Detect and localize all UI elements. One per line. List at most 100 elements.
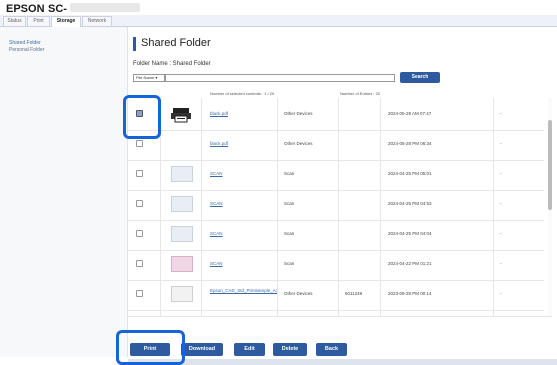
brand-logo: EPSON [6, 3, 45, 15]
file-thumbnail [171, 256, 193, 272]
thumbnail-cell [161, 158, 202, 190]
file-name-cell: SCAN [202, 218, 278, 250]
job-cell [340, 128, 381, 160]
source-cell: Scan [279, 308, 339, 316]
file-name-cell: SCAN [202, 158, 278, 190]
file-name-cell: SCAN [202, 308, 278, 316]
job-cell [340, 98, 381, 130]
source-cell: Other Devices [279, 278, 339, 310]
table-row[interactable]: black.pdf Other Devices 2024-05-28 PM 06:3… [128, 128, 544, 161]
date-cell: 2024-04-25 PM 04:04 [382, 218, 494, 250]
filter-select[interactable]: File Name ▾ [133, 74, 165, 82]
file-name-link[interactable]: SCAN [210, 261, 223, 266]
thumbnail-cell [161, 98, 202, 130]
filter-select-value: File Name [136, 75, 155, 80]
tab-print[interactable]: Print [27, 16, 50, 26]
sidebar [0, 27, 128, 357]
date-cell: 2024-05-29 AM 07:47 [382, 98, 494, 130]
sidebar-item-personal-folder[interactable]: Personal Folder [9, 47, 44, 53]
thumbnail-cell [161, 188, 202, 220]
download-button[interactable]: Download [181, 343, 223, 356]
tab-status[interactable]: Status [3, 16, 26, 26]
row-checkbox[interactable] [136, 200, 143, 207]
thumbnail-cell [161, 248, 202, 280]
table-row[interactable]: SCAN Scan 2024-04-25 PM 04:53 - [128, 188, 544, 221]
row-checkbox[interactable] [136, 290, 143, 297]
table-row[interactable]: SCAN Scan 2024-04-25 PM 05:01 - [128, 158, 544, 191]
source-cell: Other Devices [279, 98, 339, 130]
table-row[interactable]: black.pdf Other Devices 2024-05-29 AM 07:4… [128, 98, 544, 131]
file-thumbnail [171, 166, 193, 182]
highlight-checkbox [123, 95, 161, 139]
source-cell: Scan [279, 248, 339, 280]
file-thumbnail [171, 196, 193, 212]
model-name-redacted [70, 3, 140, 12]
title-accent [133, 37, 136, 51]
selected-count: Number of selected contents : 1 / 20 [210, 91, 275, 96]
delete-button[interactable]: Delete [273, 343, 307, 356]
file-name-link[interactable]: black.pdf [210, 111, 228, 116]
size-cell: - [495, 308, 544, 316]
size-cell: - [500, 171, 502, 176]
search-button[interactable]: Search [400, 72, 440, 83]
file-name-cell: SCAN [202, 248, 278, 280]
source-cell: Scan [279, 188, 339, 220]
size-cell: - [500, 111, 502, 116]
size-cell: - [500, 141, 502, 146]
checkbox-cell [128, 278, 161, 310]
thumbnail-cell [161, 278, 202, 310]
back-button[interactable]: Back [316, 343, 347, 356]
checkbox-cell [128, 218, 161, 250]
edit-button[interactable]: Edit [234, 343, 265, 356]
file-thumbnail [171, 226, 193, 242]
table-row[interactable]: SCANScan 2023-09-19 PM 00:18- [128, 308, 544, 316]
date-cell: 2024-04-22 PM 01:21 [382, 248, 494, 280]
thumbnail-cell [161, 308, 202, 316]
row-checkbox[interactable] [136, 170, 143, 177]
source-cell: Other Devices [279, 128, 339, 160]
sidebar-item-shared-folder[interactable]: Shared Folder [9, 40, 41, 46]
date-cell: 2023-09-28 PM 00:14 [382, 278, 494, 310]
table-row[interactable]: Epson_CAD_Std_Printsample_A1h Other Devic… [128, 278, 544, 311]
size-cell: - [500, 201, 502, 206]
table-row[interactable]: SCAN Scan 2024-04-22 PM 01:21 - [128, 248, 544, 281]
page-title: Shared Folder [141, 37, 211, 49]
thumbnail-cell [161, 218, 202, 250]
file-name-link[interactable]: black.pdf [210, 141, 228, 146]
date-cell: 2024-05-28 PM 06:34 [382, 128, 494, 160]
row-checkbox[interactable] [136, 260, 143, 267]
size-cell: - [500, 261, 502, 266]
source-cell: Scan [279, 158, 339, 190]
job-cell: 5011249 [340, 278, 381, 310]
file-name-link[interactable]: SCAN [210, 231, 223, 236]
search-input[interactable] [165, 74, 395, 82]
size-cell: - [500, 231, 502, 236]
source-cell: Scan [279, 218, 339, 250]
date-cell: 2024-04-25 PM 05:01 [382, 158, 494, 190]
model-name: SC- [48, 3, 67, 15]
checkbox-cell [128, 158, 161, 190]
entries-count: Number of Entries : 20 [340, 91, 381, 96]
file-thumbnail [171, 286, 193, 302]
row-checkbox[interactable] [136, 230, 143, 237]
file-name-cell: black.pdf [202, 98, 278, 130]
checkbox-cell [128, 248, 161, 280]
row-checkbox[interactable] [136, 140, 143, 147]
scrollbar-thumb[interactable] [548, 120, 552, 210]
table-row[interactable]: SCAN Scan 2024-04-25 PM 04:04 - [128, 218, 544, 251]
tab-network[interactable]: Network [82, 16, 112, 26]
file-name-link[interactable]: SCAN [210, 201, 223, 206]
file-table: black.pdf Other Devices 2024-05-29 AM 07:4… [128, 98, 550, 316]
checkbox-cell [128, 308, 161, 316]
tab-storage[interactable]: Storage [51, 16, 81, 27]
file-name-cell: Epson_CAD_Std_Printsample_A1h [202, 278, 278, 310]
file-name-link[interactable]: SCAN [210, 171, 223, 176]
file-name-cell: black.pdf [202, 128, 278, 160]
highlight-print-button [116, 330, 185, 365]
chevron-down-icon: ▾ [155, 75, 158, 80]
file-name-link[interactable]: Epson_CAD_Std_Printsample_A1h [210, 288, 277, 293]
footer-strip [128, 359, 557, 365]
job-cell [340, 158, 381, 190]
job-cell [340, 188, 381, 220]
size-cell: - [500, 291, 502, 296]
